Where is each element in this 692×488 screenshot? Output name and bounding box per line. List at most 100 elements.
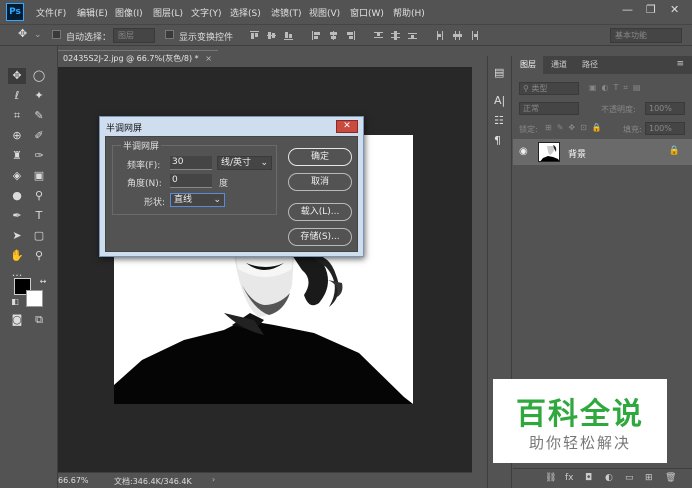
auto-select-dropdown[interactable]: 图层 [113,28,155,43]
menu-window[interactable]: 窗口(W) [350,6,384,19]
align-hcenter-icon[interactable] [329,31,338,40]
distribute-left-icon[interactable] [436,31,445,40]
gradient-icon[interactable]: ▣ [30,168,48,184]
tab-channels[interactable]: 通道 [544,56,574,74]
new-group-icon[interactable]: ▭ [625,473,634,483]
shape-select[interactable]: 直线 ⌄ [170,193,225,207]
pen-icon[interactable]: ✒ [8,208,26,224]
menu-filter[interactable]: 滤镜(T) [271,6,302,19]
menu-file[interactable]: 文件(F) [36,6,66,19]
type-tool-icon[interactable]: T [30,208,48,224]
move-tool-icon[interactable]: ✥ [8,68,26,84]
opacity-input[interactable]: 100% [645,102,685,115]
menu-image[interactable]: 图像(I) [115,6,143,19]
menu-type[interactable]: 文字(Y) [191,6,222,19]
brush-icon[interactable]: ✐ [30,128,48,144]
load-button[interactable]: 载入(L)... [288,203,352,221]
layer-row[interactable]: ◉ 背景 🔒 [513,139,692,165]
auto-select-checkbox[interactable] [52,30,61,39]
fill-label: 填充: [623,125,642,134]
lasso-icon[interactable]: ℓ [8,88,26,104]
distribute-vcenter-icon[interactable] [391,31,400,40]
blend-mode-select[interactable]: 正常 [519,102,579,115]
document-info: 文档:346.4K/346.4K [114,477,192,486]
dialog-close-button[interactable]: ✕ [336,120,358,133]
ok-button[interactable]: 确定 [288,148,352,166]
fill-input[interactable]: 100% [645,122,685,135]
align-left-icon[interactable] [312,31,321,40]
visibility-eye-icon[interactable]: ◉ [519,146,528,157]
close-tab-icon[interactable]: × [205,54,212,63]
history-brush-icon[interactable]: ✑ [30,148,48,164]
clone-stamp-icon[interactable]: ♜ [8,148,26,164]
crop-icon[interactable]: ⌗ [8,108,26,124]
watermark-subtitle: 助你轻松解决 [528,434,631,452]
history-icon[interactable]: ▤ [494,66,504,79]
status-menu-arrow-icon[interactable]: › [212,475,215,484]
layers-panel-footer: ⛓ fx ◘ ◐ ▭ ⊞ 🗑 [513,468,692,488]
show-transform-checkbox[interactable] [165,30,174,39]
background-color-swatch[interactable] [26,290,43,307]
tab-layers[interactable]: 图层 [513,56,543,74]
align-top-icon[interactable] [250,31,259,40]
eraser-icon[interactable]: ◈ [8,168,26,184]
cancel-button[interactable]: 取消 [288,173,352,191]
rectangle-icon[interactable]: ▢ [30,228,48,244]
tab-paths[interactable]: 路径 [575,56,605,74]
halftone-screen-dialog: 半调网屏 ✕ 半调网屏 频率(F): 30 线/英寸 ⌄ 角度(N): 0 度 形… [99,116,364,257]
distribute-top-icon[interactable] [374,31,383,40]
zoom-icon[interactable]: ⚲ [30,248,48,264]
delete-layer-icon[interactable]: 🗑 [665,473,676,483]
hand-icon[interactable]: ✋ [8,248,26,264]
close-window-button[interactable]: ✕ [670,3,679,16]
angle-input[interactable]: 0 [170,174,212,188]
dodge-icon[interactable]: ⚲ [30,188,48,204]
healing-brush-icon[interactable]: ⊕ [8,128,26,144]
blur-icon[interactable]: ● [8,188,26,204]
align-bottom-icon[interactable] [284,31,293,40]
layer-style-icon[interactable]: fx [565,473,574,483]
magic-wand-icon[interactable]: ✦ [30,88,48,104]
document-tab-label: 02435S2J-2.jpg @ 66.7%(灰色/8) * [63,54,199,63]
distribute-bottom-icon[interactable] [408,31,417,40]
document-tab[interactable]: 02435S2J-2.jpg @ 66.7%(灰色/8) * × [58,50,218,67]
swap-colors-icon[interactable]: ↔ [34,274,52,290]
distribute-hcenter-icon[interactable] [453,31,462,40]
default-colors-icon[interactable]: ◧ [6,294,24,310]
path-select-icon[interactable]: ➤ [8,228,26,244]
workspace-dropdown[interactable]: 基本功能 [610,28,682,43]
menu-bar: Ps 文件(F) 编辑(E) 图像(I) 图层(L) 文字(Y) 选择(S) 滤… [0,0,692,24]
ellipse-marquee-icon[interactable]: ◯ [30,68,48,84]
lock-icons[interactable]: ⊞✎✥⊡🔒 [545,123,607,132]
menu-view[interactable]: 视图(V) [309,6,340,19]
adjustment-layer-icon[interactable]: ◐ [605,473,613,483]
distribute-right-icon[interactable] [470,31,479,40]
screen-mode-icon[interactable]: ⧉ [30,312,48,328]
zoom-level[interactable]: 66.67% [58,476,89,485]
menu-help[interactable]: 帮助(H) [393,6,425,19]
frequency-unit-select[interactable]: 线/英寸 ⌄ [217,156,272,170]
align-right-icon[interactable] [346,31,355,40]
properties-icon[interactable]: ☷ [494,114,504,127]
paragraph-icon[interactable]: ¶ [494,134,501,147]
save-button[interactable]: 存储(S)... [288,228,352,246]
eyedropper-icon[interactable]: ✎ [30,108,48,124]
move-tool-icon[interactable]: ✥ [18,27,27,40]
new-layer-icon[interactable]: ⊞ [645,473,653,483]
menu-layer[interactable]: 图层(L) [153,6,183,19]
menu-select[interactable]: 选择(S) [230,6,261,19]
menu-edit[interactable]: 编辑(E) [77,6,108,19]
quick-mask-icon[interactable]: ◙ [8,312,26,328]
chevron-down-icon[interactable]: ⌄ [34,30,42,40]
restore-button[interactable]: ❐ [646,3,656,16]
link-layers-icon[interactable]: ⛓ [545,473,556,483]
panel-menu-icon[interactable]: ≡ [676,59,684,69]
layer-filter-select[interactable]: ⚲ 类型 [519,82,579,95]
minimize-button[interactable]: — [622,3,633,16]
add-mask-icon[interactable]: ◘ [585,473,592,483]
align-vcenter-icon[interactable] [267,31,276,40]
filter-icons[interactable]: ▣◐T⌗▤ [589,83,646,93]
character-icon[interactable]: A| [494,94,505,107]
shape-label: 形状: [144,198,166,208]
frequency-input[interactable]: 30 [170,156,212,170]
